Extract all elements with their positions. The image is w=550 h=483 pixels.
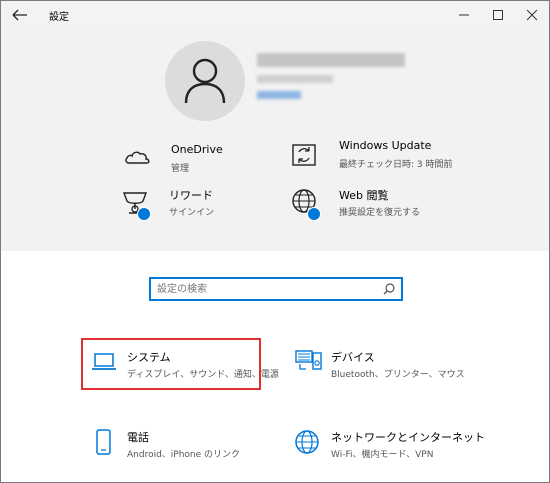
title-bar: 設定 [1, 1, 549, 29]
minimize-icon [459, 14, 469, 16]
web-browsing-title: Web 閲覧 [339, 189, 389, 202]
network-description: Wi-Fi、機内モード、VPN [331, 450, 434, 460]
back-button[interactable] [9, 5, 31, 25]
devices-title: デバイス [331, 351, 375, 364]
account-header: OneDrive 管理 Windows Update 最終チェック日時: 3 時… [1, 29, 549, 251]
search-icon[interactable] [383, 283, 395, 295]
account-email-blurred [257, 75, 333, 83]
system-description: ディスプレイ、サウンド、通知、電源 [127, 370, 279, 380]
system-title: システム [127, 351, 171, 364]
settings-item-network[interactable]: ネットワークとインターネット Wi-Fi、機内モード、VPN [295, 429, 515, 475]
close-icon [526, 9, 538, 21]
onedrive-title: OneDrive [171, 143, 223, 156]
refresh-icon [292, 144, 316, 166]
phone-icon [96, 429, 111, 455]
settings-window: 設定 OneDrive 管理 Windows Update 最終チェック日時: … [0, 0, 550, 483]
windows-update-title: Windows Update [339, 139, 432, 152]
user-icon [184, 58, 226, 104]
network-title: ネットワークとインターネット [331, 431, 485, 444]
settings-item-system[interactable]: システム ディスプレイ、サウンド、通知、電源 [91, 349, 279, 395]
maximize-icon [493, 10, 503, 20]
account-link-blurred[interactable] [257, 91, 301, 99]
quick-link-rewards[interactable]: リワード サインイン [121, 187, 281, 227]
globe-icon [295, 430, 319, 454]
search-input[interactable] [157, 281, 377, 297]
settings-search-box[interactable] [149, 277, 403, 301]
phone-description: Android、iPhone のリンク [127, 450, 241, 460]
quick-link-onedrive[interactable]: OneDrive 管理 [123, 143, 283, 183]
rewards-subtitle: サインイン [169, 208, 215, 218]
devices-icon [295, 350, 322, 370]
web-status-dot [307, 207, 321, 221]
quick-link-web-browsing[interactable]: Web 閲覧 推奨設定を復元する [291, 187, 491, 227]
cloud-icon [125, 151, 150, 164]
minimize-button[interactable] [447, 1, 481, 29]
settings-item-phone[interactable]: 電話 Android、iPhone のリンク [91, 429, 261, 475]
rewards-status-dot [137, 207, 151, 221]
onedrive-subtitle: 管理 [171, 164, 190, 174]
rewards-title: リワード [169, 189, 213, 202]
web-browsing-subtitle: 推奨設定を復元する [339, 208, 421, 218]
laptop-icon [92, 353, 116, 370]
windows-update-subtitle: 最終チェック日時: 3 時間前 [339, 160, 453, 170]
maximize-button[interactable] [481, 1, 515, 29]
phone-title: 電話 [127, 431, 149, 444]
devices-description: Bluetooth、プリンター、マウス [331, 370, 465, 380]
back-arrow-icon [12, 9, 27, 21]
quick-link-windows-update[interactable]: Windows Update 最終チェック日時: 3 時間前 [291, 139, 491, 179]
settings-item-devices[interactable]: デバイス Bluetooth、プリンター、マウス [295, 349, 495, 395]
account-name-blurred [257, 53, 405, 67]
close-button[interactable] [515, 1, 549, 29]
avatar[interactable] [165, 41, 245, 121]
window-title: 設定 [49, 12, 69, 23]
